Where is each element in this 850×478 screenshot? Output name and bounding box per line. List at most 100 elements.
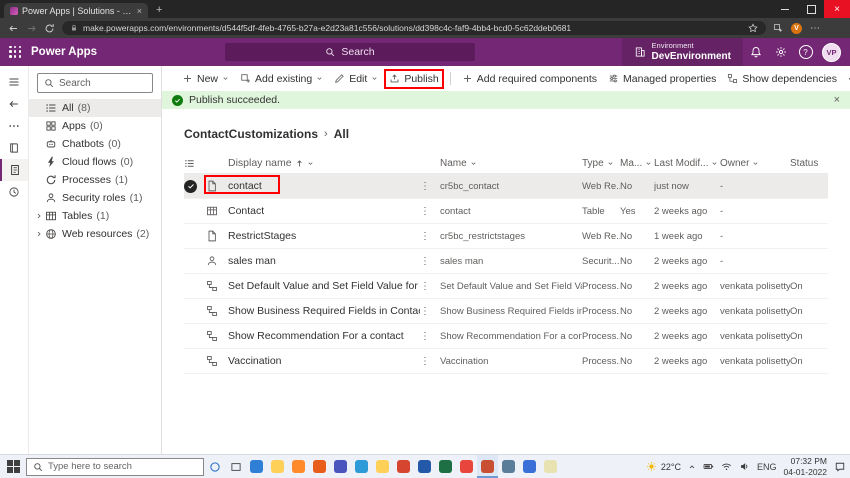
minimize-button[interactable] [772, 0, 798, 18]
banner-close-icon[interactable]: × [834, 94, 840, 106]
table-row[interactable]: Contact ⋮ contact Table Yes 2 weeks ago … [184, 199, 828, 224]
row-selected-checkbox[interactable] [184, 180, 197, 193]
taskbar-app-icon[interactable] [351, 455, 372, 478]
table-row[interactable]: sales man ⋮ sales man Securit... No 2 we… [184, 249, 828, 274]
table-row[interactable]: contact ⋮ cr5bc_contact Web Re... No jus… [184, 174, 828, 199]
cortana-button[interactable] [204, 461, 225, 473]
select-all-header[interactable] [184, 158, 206, 169]
cell-display-name[interactable]: Set Default Value and Set Field Value fo… [228, 280, 420, 292]
add-required-components-button[interactable]: Add required components [462, 73, 597, 85]
taskbar-app-icon[interactable] [372, 455, 393, 478]
new-button[interactable]: New [182, 73, 229, 85]
col-type[interactable]: Type [582, 158, 620, 169]
row-commands-button[interactable]: ⋮ [420, 256, 440, 267]
settings-button[interactable] [768, 38, 793, 66]
sidebar-item-all[interactable]: All (8) [29, 99, 161, 117]
chevron-right-icon[interactable] [35, 212, 43, 220]
taskbar-app-icon[interactable] [435, 455, 456, 478]
hidden-icons-chevron[interactable] [688, 463, 696, 471]
managed-properties-button[interactable]: Managed properties [608, 73, 716, 85]
cell-display-name[interactable]: Contact [228, 205, 420, 217]
sidebar-item-processes[interactable]: Processes (1) [29, 171, 161, 189]
row-commands-button[interactable]: ⋮ [420, 231, 440, 242]
taskbar-app-icon[interactable] [267, 455, 288, 478]
table-row[interactable]: RestrictStages ⋮ cr5bc_restrictstages We… [184, 224, 828, 249]
wifi-icon[interactable] [721, 461, 732, 472]
taskbar-clock[interactable]: 07:32 PM 04-01-2022 [784, 456, 827, 476]
browser-menu-icon[interactable]: ⋯ [810, 23, 820, 34]
back-nav-button[interactable] [0, 93, 28, 115]
app-title[interactable]: Power Apps [31, 46, 97, 58]
language-indicator[interactable]: ENG [757, 462, 777, 472]
taskbar-app-icon[interactable] [288, 455, 309, 478]
table-row[interactable]: Show Recommendation For a contact ⋮ Show… [184, 324, 828, 349]
help-button[interactable]: ? [793, 38, 818, 66]
favorite-star-icon[interactable] [748, 23, 758, 33]
cell-display-name[interactable]: sales man [228, 255, 420, 267]
taskbar-app-icon[interactable] [309, 455, 330, 478]
refresh-icon[interactable] [44, 23, 55, 34]
forward-icon[interactable] [26, 23, 37, 34]
weather-widget[interactable]: 22°C [646, 461, 681, 472]
cell-display-name[interactable]: RestrictStages [228, 230, 420, 242]
col-owner[interactable]: Owner [720, 158, 790, 169]
tab-close-icon[interactable]: × [137, 6, 142, 16]
sidebar-item-apps[interactable]: Apps (0) [29, 117, 161, 135]
col-name[interactable]: Name [440, 158, 582, 169]
rail-learn-button[interactable] [0, 137, 28, 159]
more-rail-button[interactable] [0, 115, 28, 137]
taskbar-app-icon[interactable] [540, 455, 561, 478]
taskbar-app-icon[interactable] [393, 455, 414, 478]
row-commands-button[interactable]: ⋮ [420, 281, 440, 292]
taskbar-app-icon[interactable] [519, 455, 540, 478]
row-commands-button[interactable]: ⋮ [420, 356, 440, 367]
taskbar-app-icon[interactable] [414, 455, 435, 478]
col-managed[interactable]: Ma... [620, 158, 654, 169]
sidebar-item-security-roles[interactable]: Security roles (1) [29, 189, 161, 207]
breadcrumb-solution-link[interactable]: ContactCustomizations [184, 127, 318, 141]
taskbar-app-icon[interactable] [330, 455, 351, 478]
col-display-name[interactable]: Display name [228, 157, 420, 169]
url-field[interactable]: make.powerapps.com/environments/d544f5df… [62, 21, 766, 35]
maximize-button[interactable] [798, 0, 824, 18]
cell-display-name[interactable]: Show Recommendation For a contact [228, 330, 420, 342]
table-row[interactable]: Vaccination ⋮ Vaccination Process... No … [184, 349, 828, 374]
task-view-button[interactable] [225, 461, 246, 473]
browser-profile-avatar[interactable]: V [791, 23, 802, 34]
table-row[interactable]: Set Default Value and Set Field Value fo… [184, 274, 828, 299]
collapse-nav-button[interactable] [0, 71, 28, 93]
collections-icon[interactable] [773, 23, 783, 33]
environment-picker[interactable]: Environment DevEnvironment [622, 38, 743, 66]
action-center-icon[interactable] [834, 461, 846, 473]
col-status[interactable]: Status [790, 158, 830, 169]
rail-solutions-button[interactable] [0, 159, 28, 181]
notifications-button[interactable] [743, 38, 768, 66]
battery-icon[interactable] [703, 461, 714, 472]
sidebar-item-cloud-flows[interactable]: Cloud flows (0) [29, 153, 161, 171]
cell-display-name[interactable]: Vaccination [228, 355, 420, 367]
show-dependencies-button[interactable]: Show dependencies [727, 73, 837, 85]
back-icon[interactable] [8, 23, 19, 34]
publish-button[interactable]: Publish [389, 73, 438, 85]
sidebar-item-tables[interactable]: Tables (1) [29, 207, 161, 225]
cell-display-name[interactable]: contact [228, 180, 420, 192]
edit-button[interactable]: Edit [334, 73, 378, 85]
chevron-right-icon[interactable] [35, 230, 43, 238]
row-commands-button[interactable]: ⋮ [420, 306, 440, 317]
global-search-input[interactable]: Search [225, 43, 475, 61]
start-button[interactable] [0, 460, 26, 473]
close-button[interactable]: × [824, 0, 850, 18]
waffle-menu-icon[interactable] [9, 46, 22, 59]
taskbar-app-icon[interactable] [456, 455, 477, 478]
cell-display-name[interactable]: Show Business Required Fields in Contact… [228, 305, 420, 317]
sidebar-item-web-resources[interactable]: Web resources (2) [29, 225, 161, 243]
taskbar-app-icon-active[interactable] [477, 455, 498, 478]
rail-history-button[interactable] [0, 181, 28, 203]
taskbar-app-icon[interactable] [498, 455, 519, 478]
row-commands-button[interactable]: ⋮ [420, 206, 440, 217]
taskbar-app-icon[interactable] [246, 455, 267, 478]
taskbar-search-input[interactable]: Type here to search [26, 458, 204, 476]
col-modified[interactable]: Last Modif... [654, 158, 720, 169]
user-avatar[interactable]: VP [822, 43, 841, 62]
row-commands-button[interactable]: ⋮ [420, 331, 440, 342]
